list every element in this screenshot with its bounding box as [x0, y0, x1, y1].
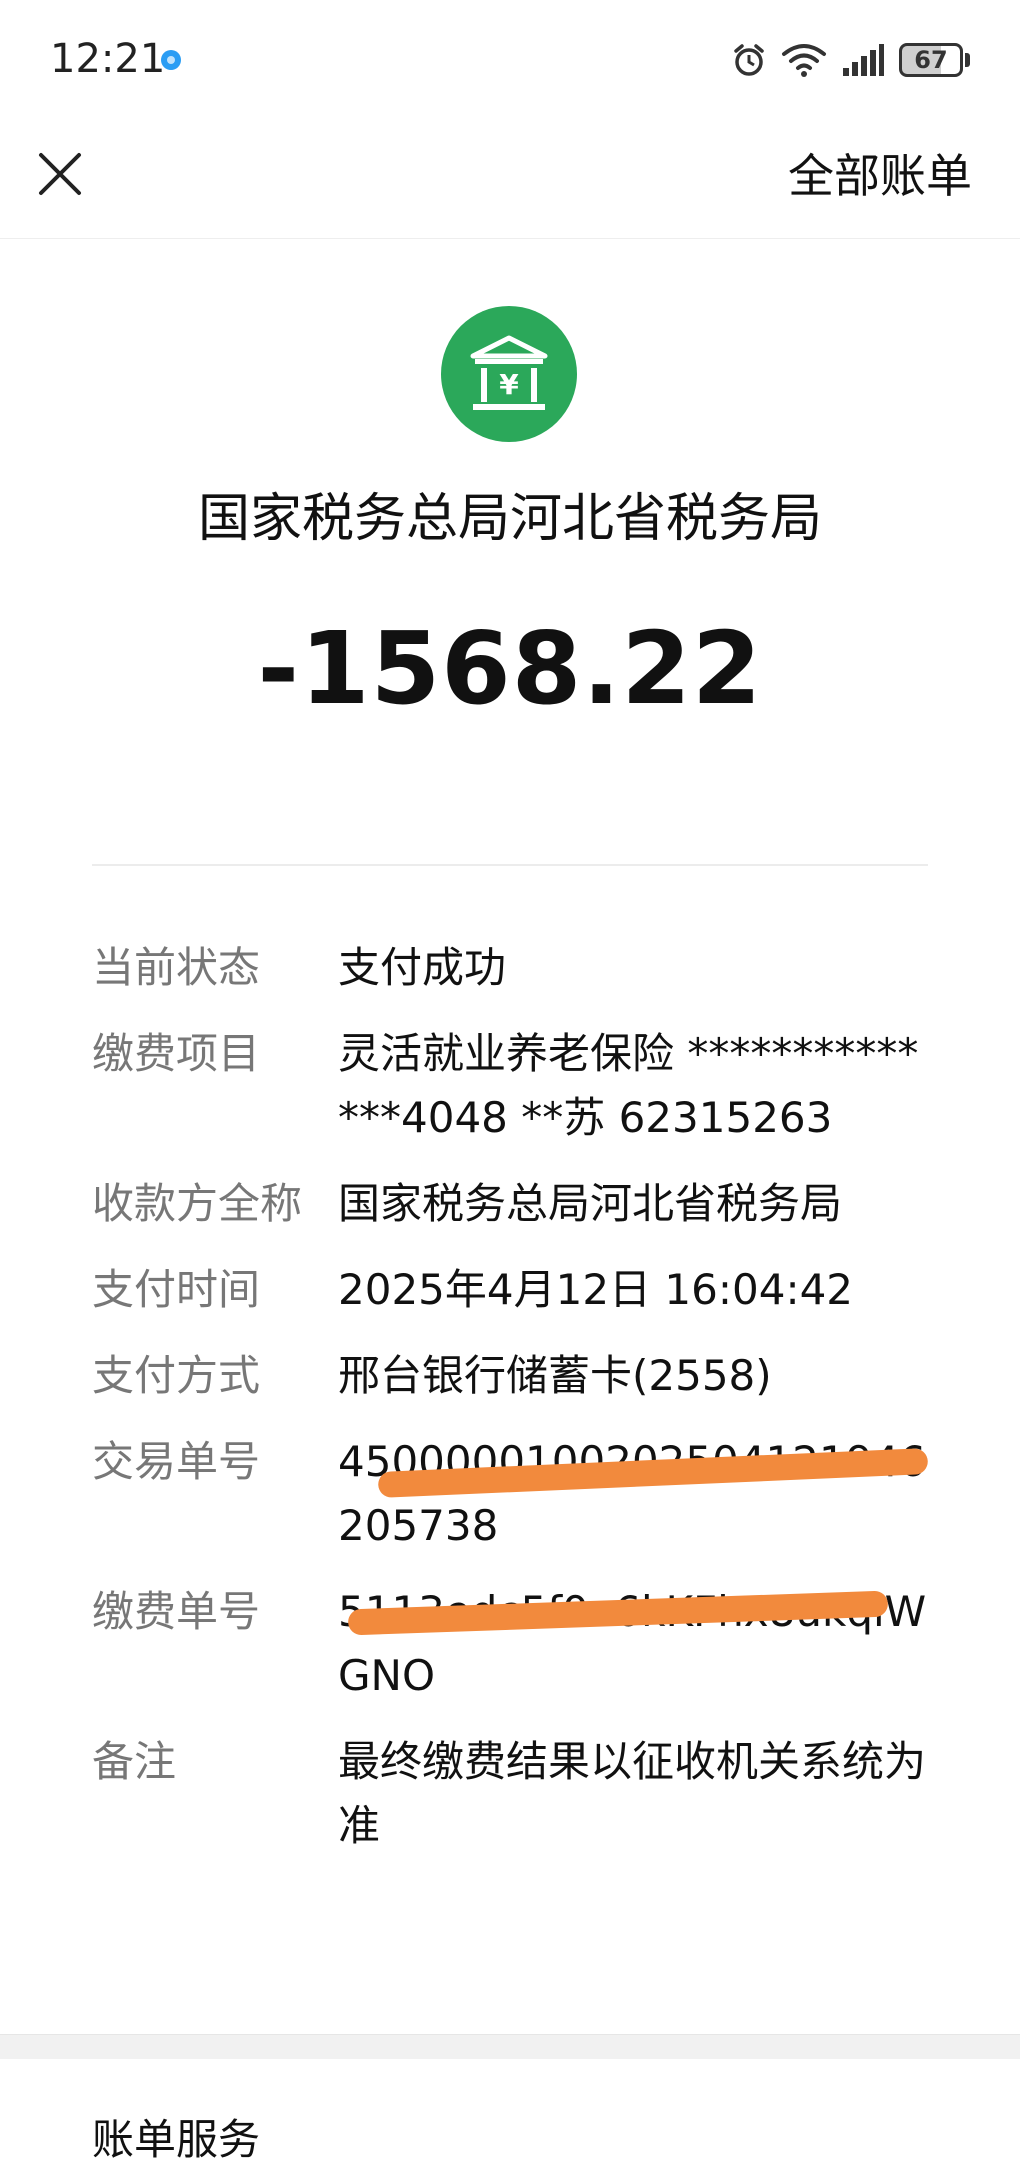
battery-icon: 67 — [899, 43, 963, 77]
detail-row-time: 支付时间 2025年4月12日 16:04:42 — [92, 1258, 928, 1322]
detail-row-status: 当前状态 支付成功 — [92, 936, 928, 1000]
detail-value: 灵活就业养老保险 **************4048 **苏 62315263 — [338, 1029, 919, 1142]
status-icons: 67 — [731, 40, 970, 80]
detail-value: 最终缴费结果以征收机关系统为准 — [338, 1737, 927, 1850]
divider — [92, 864, 928, 866]
app-notification-icon — [161, 50, 181, 70]
detail-value-wrap: 4500000100202504121946205738 — [338, 1430, 929, 1558]
detail-row-item: 缴费项目 灵活就业养老保险 **************4048 **苏 623… — [92, 1022, 928, 1150]
bill-details: 当前状态 支付成功 缴费项目 灵活就业养老保险 **************40… — [92, 936, 929, 1880]
detail-label: 备注 — [92, 1737, 177, 1786]
close-icon — [39, 153, 81, 195]
merchant-name: 国家税务总局河北省税务局 — [197, 489, 822, 549]
payment-amount: -1568.22 — [257, 610, 763, 727]
alarm-icon — [734, 44, 764, 76]
detail-row-remark: 备注 最终缴费结果以征收机关系统为准 — [92, 1730, 928, 1858]
detail-label: 当前状态 — [92, 943, 261, 992]
detail-label: 缴费项目 — [92, 1029, 261, 1078]
detail-value: 邢台银行储蓄卡(2558) — [338, 1351, 772, 1400]
wifi-icon — [782, 44, 826, 77]
detail-row-transaction-id: 交易单号 4500000100202504121946205738 — [92, 1430, 929, 1558]
detail-value: 2025年4月12日 16:04:42 — [338, 1265, 854, 1314]
detail-label: 收款方全称 — [92, 1179, 303, 1228]
battery-level: 67 — [914, 46, 948, 74]
merchant-logo: ¥ — [441, 306, 577, 442]
signal-icon — [843, 44, 884, 76]
detail-row-method: 支付方式 邢台银行储蓄卡(2558) — [92, 1344, 928, 1408]
status-time: 12:21 — [50, 36, 166, 82]
status-bar: 12:21 67 — [0, 0, 1020, 120]
detail-row-bill-id: 缴费单号 5113edc5f0a6kKFhx8ukqiWGNO — [92, 1580, 928, 1708]
svg-text:¥: ¥ — [499, 368, 519, 401]
detail-label: 支付方式 — [92, 1351, 261, 1400]
section-gap — [0, 2034, 1020, 2059]
nav-bar: 全部账单 — [0, 120, 1020, 239]
bill-services-title: 账单服务 — [92, 2115, 261, 2164]
detail-label: 交易单号 — [92, 1437, 261, 1486]
detail-label: 缴费单号 — [92, 1587, 261, 1636]
detail-value: 国家税务总局河北省税务局 — [338, 1179, 843, 1228]
bank-yuan-icon: ¥ — [470, 335, 548, 410]
battery-tip — [965, 53, 970, 67]
close-button[interactable] — [30, 144, 90, 204]
all-bills-link[interactable]: 全部账单 — [788, 140, 972, 206]
detail-value-wrap: 5113edc5f0a6kKFhx8ukqiWGNO — [338, 1580, 928, 1708]
detail-row-payee: 收款方全称 国家税务总局河北省税务局 — [92, 1172, 928, 1236]
detail-label: 支付时间 — [92, 1265, 261, 1314]
detail-value: 支付成功 — [338, 943, 507, 992]
